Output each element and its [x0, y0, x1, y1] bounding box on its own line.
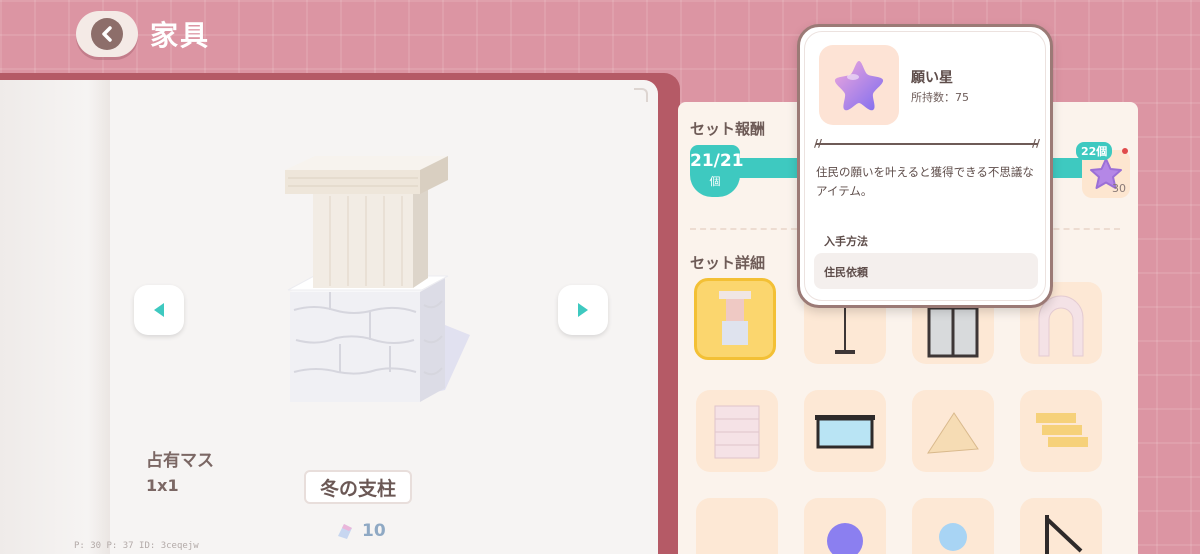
flower-icon: [827, 523, 863, 554]
set-item-railing[interactable]: [1020, 498, 1102, 554]
arrow-left-icon: [154, 303, 164, 317]
page-title: 家具: [150, 19, 211, 52]
back-button[interactable]: [76, 11, 138, 57]
set-item-stairs[interactable]: [1020, 390, 1102, 472]
ramp-icon: [927, 412, 979, 454]
set-detail-label: セット詳細: [690, 254, 766, 272]
planter-icon: [939, 523, 967, 551]
cost-value: 10: [362, 521, 386, 541]
set-item-planter[interactable]: [912, 498, 994, 554]
set-item-winter-pillar[interactable]: [694, 278, 776, 360]
set-progress-badge: 21/21 個: [690, 145, 744, 197]
tooltip-item-name: 願い星: [911, 70, 953, 86]
material-icon: [338, 524, 352, 539]
item-name: 冬の支柱: [304, 470, 412, 504]
tooltip-icon-frame: [819, 45, 899, 125]
next-item-button[interactable]: [558, 285, 608, 335]
wall-icon: [714, 405, 760, 459]
arrow-right-icon: [578, 303, 588, 317]
stairs-icon: [1036, 413, 1088, 447]
set-item-staircase[interactable]: [696, 498, 778, 554]
occupancy-label: 占有マス: [146, 451, 214, 471]
tooltip-description: 住民の願いを叶えると獲得できる不思議なアイテム。: [816, 165, 1034, 198]
tooltip-source-label: 入手方法: [824, 235, 868, 248]
item-tooltip: 願い星 所持数：75 // // 住民の願いを叶えると獲得できる不思議なアイテム…: [797, 24, 1053, 308]
occupancy-value: 1x1: [146, 476, 179, 495]
set-item-ramp[interactable]: [912, 390, 994, 472]
railing-icon: [1045, 515, 1083, 554]
reward-quantity: 30: [1112, 182, 1126, 195]
debug-info: P: 30 P: 37 ID: 3ceqejw: [74, 541, 199, 551]
wish-star-icon: [834, 61, 884, 111]
fence-icon: [815, 415, 875, 449]
set-progress-unit: 個: [709, 175, 721, 188]
set-item-fence[interactable]: [804, 390, 886, 472]
winter-pillar-image: [285, 156, 470, 402]
set-reward-label: セット報酬: [690, 120, 766, 138]
chevron-left-icon: [91, 18, 123, 50]
previous-item-button[interactable]: [134, 285, 184, 335]
set-progress-value: 21/21: [690, 151, 744, 171]
corner-ornament: [634, 88, 648, 102]
tooltip-divider: // //: [814, 137, 1040, 150]
set-item-flower[interactable]: [804, 498, 886, 554]
notification-dot: [1122, 148, 1128, 154]
tooltip-source[interactable]: 住民依頼: [814, 253, 1038, 289]
reward-count-badge: 22個: [1076, 142, 1113, 160]
set-item-wall[interactable]: [696, 390, 778, 472]
tooltip-owned-count: 所持数：75: [911, 91, 969, 104]
item-cost: 10: [334, 520, 386, 542]
pillar-icon: [719, 291, 751, 345]
